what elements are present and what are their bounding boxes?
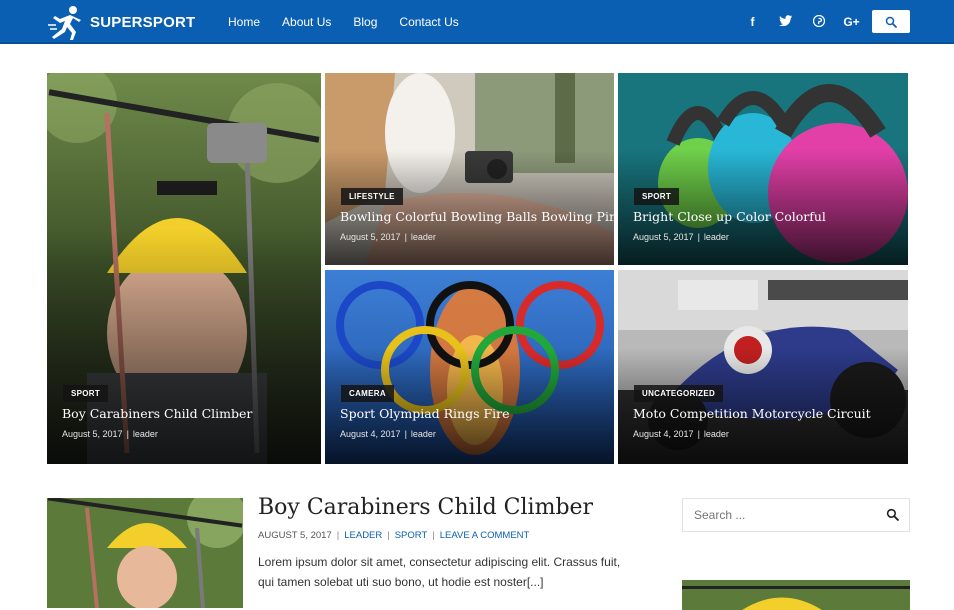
runner-logo-icon (48, 6, 81, 40)
post-date: August 4, 2017 (633, 429, 694, 439)
leave-comment-link[interactable]: LEAVE A COMMENT (440, 530, 530, 541)
featured-tile[interactable]: CAMERA Sport Olympiad Rings Fire August … (325, 270, 614, 464)
featured-title[interactable]: Bright Close up Color Colorful (633, 209, 826, 224)
post-date: August 5, 2017 (340, 232, 401, 242)
social-links: f G+ (736, 0, 868, 44)
featured-title[interactable]: Moto Competition Motorcycle Circuit (633, 406, 871, 421)
featured-title[interactable]: Sport Olympiad Rings Fire (340, 406, 510, 421)
category-badge[interactable]: SPORT (634, 188, 680, 205)
featured-meta: August 4, 2017 | leader (633, 429, 729, 439)
post-author[interactable]: leader (704, 232, 729, 242)
post-date: August 4, 2017 (340, 429, 401, 439)
search-icon[interactable] (886, 508, 899, 521)
pinterest-icon[interactable] (802, 14, 835, 30)
post-author[interactable]: leader (133, 429, 158, 439)
sidebar-post-thumbnail[interactable] (682, 580, 910, 610)
post-author[interactable]: leader (704, 429, 729, 439)
category-badge[interactable]: LIFESTYLE (341, 188, 403, 205)
sidebar-search (682, 498, 910, 532)
post-excerpt: Lorem ipsum dolor sit amet, consectetur … (258, 555, 621, 589)
featured-tile[interactable]: SPORT Bright Close up Color Colorful Aug… (618, 73, 908, 265)
search-input[interactable] (683, 499, 873, 531)
featured-meta: August 5, 2017 | leader (633, 232, 729, 242)
nav-home[interactable]: Home (228, 15, 260, 29)
nav-contact-us[interactable]: Contact Us (399, 15, 458, 29)
post-author[interactable]: leader (411, 429, 436, 439)
twitter-icon[interactable] (769, 15, 802, 29)
post-thumbnail[interactable] (47, 498, 243, 608)
category-badge[interactable]: SPORT (63, 385, 109, 402)
featured-title[interactable]: Bowling Colorful Bowling Balls Bowling P… (340, 209, 614, 224)
search-icon (885, 16, 897, 28)
featured-meta: August 5, 2017 | leader (340, 232, 436, 242)
post-author-link[interactable]: LEADER (344, 530, 382, 541)
featured-tile[interactable]: SPORT Boy Carabiners Child Climber Augus… (47, 73, 321, 464)
site-header: SUPERSPORT Home About Us Blog Contact Us… (0, 0, 954, 44)
main-nav: Home About Us Blog Contact Us (228, 0, 481, 44)
nav-blog[interactable]: Blog (353, 15, 377, 29)
featured-meta: August 5, 2017 | leader (62, 429, 158, 439)
header-search-button[interactable] (872, 10, 910, 33)
site-name: SUPERSPORT (90, 13, 196, 31)
post-date: August 5, 2017 (633, 232, 694, 242)
post-category-link[interactable]: SPORT (395, 530, 428, 541)
facebook-icon[interactable]: f (736, 15, 769, 29)
post-meta: AUGUST 5, 2017 | LEADER | SPORT | LEAVE A COMM… (258, 530, 530, 541)
post-date: August 5, 2017 (62, 429, 123, 439)
featured-tile[interactable]: UNCATEGORIZED Moto Competition Motorcycl… (618, 270, 908, 464)
category-badge[interactable]: CAMERA (341, 385, 394, 402)
post-title[interactable]: Boy Carabiners Child Climber (258, 495, 593, 520)
site-logo[interactable]: SUPERSPORT (46, 3, 195, 41)
post-date: AUGUST 5, 2017 (258, 530, 332, 541)
featured-title[interactable]: Boy Carabiners Child Climber (62, 406, 252, 421)
post-author[interactable]: leader (411, 232, 436, 242)
google-plus-icon[interactable]: G+ (835, 15, 868, 29)
nav-about-us[interactable]: About Us (282, 15, 331, 29)
category-badge[interactable]: UNCATEGORIZED (634, 385, 724, 402)
featured-tile[interactable]: LIFESTYLE Bowling Colorful Bowling Balls… (325, 73, 614, 265)
featured-meta: August 4, 2017 | leader (340, 429, 436, 439)
